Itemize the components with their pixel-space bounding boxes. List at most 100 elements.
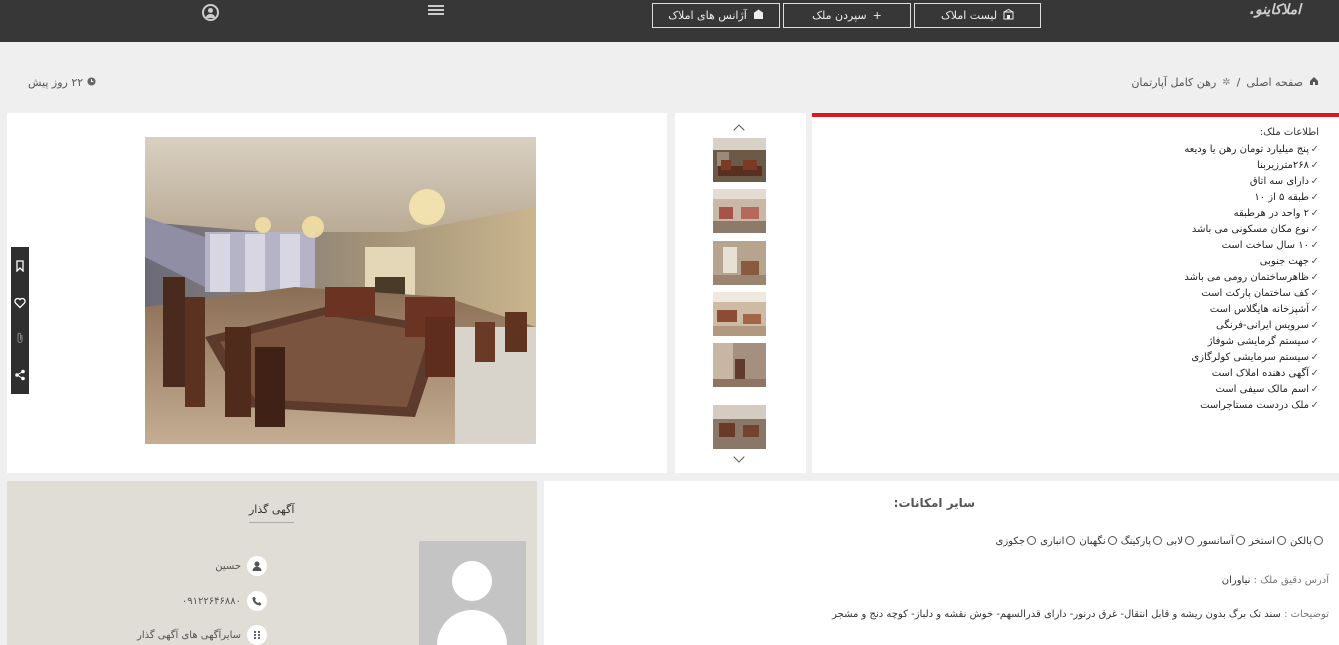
nav-submit-property-button[interactable]: + سپردن ملک: [783, 3, 911, 28]
check-icon: ✓: [1310, 336, 1319, 347]
advertiser-other-ads-row[interactable]: سایرآگهی های آگهی گذار: [137, 625, 267, 645]
check-icon: ✓: [1310, 368, 1319, 379]
list-item: استخر: [1249, 536, 1286, 547]
gear-icon: ✲: [1222, 77, 1231, 88]
avatar: [419, 541, 526, 645]
check-circle-icon: [1107, 536, 1117, 545]
list-item: ✓سیستم گرمایشی شوفاژ: [1184, 334, 1319, 350]
check-circle-icon: [1027, 536, 1037, 545]
list-item: ✓طبقه ۵ از ۱۰: [1184, 190, 1319, 206]
building-icon: [1003, 8, 1014, 23]
share-toolbar: [11, 247, 29, 394]
thumbnail[interactable]: [713, 343, 766, 387]
list-item: ✓آشپزخانه هایگلاس است: [1184, 302, 1319, 318]
check-circle-icon: [1153, 536, 1163, 545]
list-item: ✓آگهی دهنده املاک است: [1184, 366, 1319, 382]
check-circle-icon: [1314, 536, 1323, 545]
breadcrumb-current[interactable]: رهن کامل آپارتمان: [1131, 76, 1216, 89]
check-circle-icon: [1235, 536, 1245, 545]
list-item: پارکینگ: [1121, 536, 1163, 547]
list-item: ✓سرویس ایرانی-فرنگی: [1184, 318, 1319, 334]
check-icon: ✓: [1310, 320, 1319, 331]
list-item: ✓۱۰ سال ساخت است: [1184, 238, 1319, 254]
heart-icon[interactable]: [14, 294, 26, 309]
nav-label: آژانس های املاک: [668, 9, 747, 22]
check-icon: ✓: [1310, 240, 1319, 251]
list-item: بالکن: [1290, 536, 1323, 547]
list-item: ✓۲۶۸مترزیربنا: [1184, 158, 1319, 174]
check-circle-icon: [1276, 536, 1286, 545]
advertiser-panel: آگهی گذار حسین ۰۹۱۲۲۶۴۶۸۸۰ سایرآگهی های …: [7, 481, 537, 645]
check-icon: ✓: [1310, 224, 1319, 235]
list-item: ✓نوع مکان مسکونی می باشد: [1184, 222, 1319, 238]
list-item: ✓دارای سه اتاق: [1184, 174, 1319, 190]
brand-logo[interactable]: املاکاینو.: [1250, 2, 1301, 18]
breadcrumb-separator: /: [1236, 76, 1241, 89]
check-icon: ✓: [1310, 192, 1319, 203]
thumbnail[interactable]: [713, 292, 766, 336]
nav-agencies-button[interactable]: آژانس های املاک: [652, 3, 780, 28]
nav-property-list-button[interactable]: لیست املاک: [914, 3, 1041, 28]
list-item: ✓ملک دردست مستاجراست: [1184, 398, 1319, 414]
bookmark-icon[interactable]: [14, 257, 26, 273]
top-bar: املاکاینو. لیست املاک + سپردن ملک آژانس …: [0, 0, 1339, 42]
list-item: ✓ظاهرساختمان رومی می باشد: [1184, 270, 1319, 286]
advertiser-phone[interactable]: ۰۹۱۲۲۶۴۶۸۸۰: [182, 596, 241, 607]
feature-list: ✓پنج میلیارد تومان رهن یا ودیعه ✓۲۶۸مترز…: [1184, 142, 1319, 414]
home-icon: [1309, 76, 1319, 89]
main-image-panel: [7, 113, 667, 473]
nav-label: لیست املاک: [940, 9, 998, 22]
check-icon: ✓: [1310, 144, 1319, 155]
list-item: ✓کف ساختمان پارکت است: [1184, 286, 1319, 302]
check-icon: ✓: [1310, 288, 1319, 299]
check-icon: ✓: [1310, 160, 1319, 171]
paperclip-icon[interactable]: [14, 329, 26, 343]
posted-date-text: ۲۲ روز پیش: [28, 76, 84, 89]
breadcrumb: صفحه اصلی / ✲ رهن کامل آپارتمان: [1131, 76, 1319, 89]
check-icon: ✓: [1310, 256, 1319, 267]
chevron-up-icon[interactable]: [733, 124, 745, 136]
advertiser-other-ads-link[interactable]: سایرآگهی های آگهی گذار: [137, 630, 241, 641]
chevron-down-icon[interactable]: [733, 451, 745, 463]
list-item: ✓سیستم سرمایشی کولرگازی: [1184, 350, 1319, 366]
address-value: نیاوران: [1221, 575, 1251, 586]
nav-label: سپردن ملک: [812, 9, 867, 22]
user-icon: [247, 556, 267, 576]
description-value: سند تک برگ بدون ریشه و قابل انتقال- غرق …: [832, 609, 1281, 620]
check-circle-icon: [1066, 536, 1076, 545]
list-item: نگهبان: [1079, 536, 1117, 547]
list-item: ✓۲ واحد در هرطبقه: [1184, 206, 1319, 222]
thumbnail[interactable]: [713, 241, 766, 285]
thumbnail[interactable]: [713, 189, 766, 233]
amenities-panel: سایر امکانات: بالکن استخر آسانسور لابی پ…: [544, 481, 1339, 645]
advertiser-name-row: حسین: [215, 556, 267, 576]
list-item: ✓پنج میلیارد تومان رهن یا ودیعه: [1184, 142, 1319, 158]
check-circle-icon: [1184, 536, 1194, 545]
user-circle-icon[interactable]: [202, 4, 219, 21]
description-label: توضیحات :: [1284, 609, 1329, 620]
address-row: آدرس دقیق ملک : نیاوران: [1222, 575, 1329, 586]
check-icon: ✓: [1310, 384, 1319, 395]
clock-icon: [87, 76, 96, 89]
list-item: انباری: [1040, 536, 1076, 547]
list-item: جکوزی: [996, 536, 1037, 547]
check-icon: ✓: [1310, 352, 1319, 363]
list-item: آسانسور: [1198, 536, 1245, 547]
thumbnail[interactable]: [713, 405, 766, 449]
advertiser-title: آگهی گذار: [249, 503, 295, 523]
property-info-panel: اطلاعات ملک: ✓پنج میلیارد تومان رهن یا و…: [812, 113, 1339, 473]
share-icon[interactable]: [14, 366, 26, 381]
list-item: لابی: [1166, 536, 1194, 547]
hamburger-icon[interactable]: [428, 3, 444, 17]
thumbnail-gallery: [675, 113, 806, 473]
agency-icon: [753, 9, 764, 23]
advertiser-phone-row: ۰۹۱۲۲۶۴۶۸۸۰: [182, 591, 267, 611]
thumbnail[interactable]: [713, 138, 766, 182]
plus-icon: +: [872, 9, 882, 22]
list-item: ✓اسم مالک سیفی است: [1184, 382, 1319, 398]
property-photo[interactable]: [145, 137, 536, 444]
posted-date: ۲۲ روز پیش: [28, 76, 96, 89]
check-icon: ✓: [1310, 304, 1319, 315]
breadcrumb-home-link[interactable]: صفحه اصلی: [1246, 76, 1303, 89]
advertiser-name: حسین: [215, 560, 241, 572]
